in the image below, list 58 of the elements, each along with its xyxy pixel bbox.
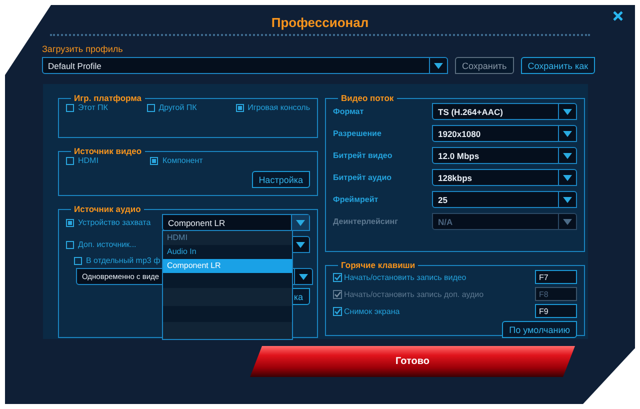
hotkey-field[interactable]: F7 bbox=[535, 270, 577, 284]
dropdown-arrow-icon bbox=[299, 274, 308, 280]
checkbox-label: Игровая консоль bbox=[248, 103, 310, 112]
save-button[interactable]: Сохранить как bbox=[520, 57, 596, 74]
dropdown-arrow-icon bbox=[563, 130, 572, 136]
group-title: Игр. платформа bbox=[73, 93, 142, 103]
checkbox-label: Этот ПК bbox=[78, 103, 108, 112]
dropdown-option[interactable]: Audio In bbox=[163, 244, 292, 259]
field-label: Формат bbox=[333, 107, 364, 116]
dropdown-arrow-icon bbox=[434, 62, 443, 68]
checkbox[interactable] bbox=[146, 104, 155, 112]
checkbox-label: Начать/остановить запись доп. аудио bbox=[344, 290, 484, 298]
field-label: Фреймрейт bbox=[333, 195, 378, 204]
profile-dropdown[interactable]: Default Profile bbox=[42, 57, 448, 74]
checkbox-label: Доп. источник... bbox=[78, 240, 136, 249]
checkbox-label: Другой ПК bbox=[158, 103, 197, 112]
group-title: Горячие клавиши bbox=[340, 260, 416, 270]
setting-dropdown[interactable]: TS (H.264+AAC) bbox=[432, 103, 577, 120]
checkbox[interactable] bbox=[236, 104, 244, 112]
field-label: Битрейт видео bbox=[333, 151, 392, 160]
settings-button[interactable]: Настройка bbox=[252, 171, 310, 188]
checkbox[interactable] bbox=[333, 272, 342, 282]
done-button[interactable]: Готово bbox=[250, 346, 575, 377]
checkbox[interactable] bbox=[66, 156, 74, 164]
setting-dropdown[interactable]: 12.0 Mbps bbox=[432, 147, 577, 164]
checkbox[interactable] bbox=[66, 218, 74, 226]
group-title: Источник видео bbox=[73, 146, 143, 156]
field-label: Деинтерлейсинг bbox=[333, 217, 398, 226]
dropdown-arrow-icon bbox=[563, 108, 572, 114]
dropdown-arrow-icon bbox=[296, 220, 305, 226]
window-title: Профессионал bbox=[271, 15, 369, 30]
dropdown-arrow-icon bbox=[563, 218, 572, 224]
setting-dropdown[interactable]: 128kbps bbox=[432, 169, 577, 186]
checkbox[interactable] bbox=[333, 306, 342, 316]
group-title: Источник аудио bbox=[73, 204, 142, 214]
checkbox-label: Снимок экрана bbox=[344, 306, 400, 316]
dropdown-arrow-icon bbox=[296, 242, 305, 248]
checkbox[interactable] bbox=[74, 256, 82, 264]
checkbox[interactable] bbox=[150, 156, 158, 164]
checkbox-label: Устройство захвата bbox=[78, 218, 151, 227]
dropdown-arrow-icon bbox=[563, 152, 572, 158]
checkbox-label: Компонент bbox=[162, 156, 203, 165]
field-label: Разрешение bbox=[333, 129, 382, 138]
checkbox[interactable] bbox=[66, 240, 74, 248]
hotkey-field[interactable]: F9 bbox=[535, 304, 577, 318]
setting-dropdown[interactable]: 1920x1080 bbox=[432, 125, 577, 142]
checkbox-label: Начать/остановить запись видео bbox=[344, 272, 466, 282]
close-button[interactable] bbox=[611, 9, 625, 23]
setting-dropdown[interactable]: 25 bbox=[432, 191, 577, 208]
group-title: Видео поток bbox=[340, 93, 395, 103]
field-label: Битрейт аудио bbox=[333, 173, 392, 182]
dropdown-arrow-icon bbox=[563, 196, 572, 202]
profile-label: Загрузить профиль bbox=[42, 44, 124, 54]
defaults-button[interactable]: По умолчанию bbox=[502, 321, 577, 338]
checkbox-label: HDMI bbox=[78, 156, 98, 165]
dropdown-arrow-icon bbox=[563, 174, 572, 180]
checkbox[interactable] bbox=[66, 104, 74, 112]
checkbox-label: В отдельный mp3 ф bbox=[86, 256, 160, 265]
